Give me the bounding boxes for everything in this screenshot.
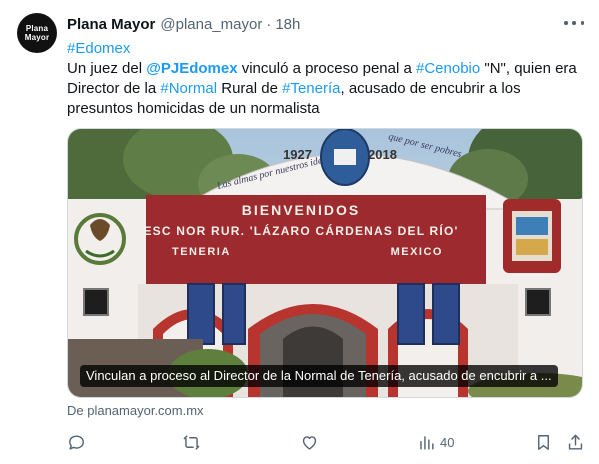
body-text: "N", quien era — [480, 60, 577, 77]
timestamp[interactable]: 18h — [275, 16, 300, 33]
user-handle[interactable]: @plana_mayor — [160, 16, 262, 33]
share-button[interactable] — [566, 430, 585, 454]
media-card-image[interactable]: Las almas por nuestros ideales que por s… — [67, 128, 583, 398]
avatar[interactable]: Plana Mayor — [17, 13, 57, 53]
sign-place: TENERIA — [172, 246, 231, 258]
hashtag-normal[interactable]: #Normal — [160, 80, 217, 97]
retweet-button[interactable] — [182, 430, 205, 454]
avatar-text-line-2: Mayor — [24, 33, 50, 42]
year-anniversary: 2018 — [368, 147, 397, 162]
body-text: Rural de — [217, 80, 283, 97]
bookmark-icon — [538, 434, 549, 450]
media-caption: Vinculan a proceso al Director de la Nor… — [80, 365, 558, 387]
bookmark-button[interactable] — [534, 430, 553, 454]
sign-school-name: ESC NOR RUR. 'LÁZARO CÁRDENAS DEL RÍO' — [143, 223, 458, 238]
tweet-text: #Edomex Un juez del @PJEdomex vinculó a … — [67, 39, 592, 119]
tweet[interactable]: Plana Mayor Plana Mayor @plana_mayor · 1… — [0, 0, 599, 464]
sign-welcome: BIENVENIDOS — [242, 202, 360, 218]
school-facade-photo: Las almas por nuestros ideales que por s… — [68, 129, 582, 397]
link-source[interactable]: De planamayor.com.mx — [67, 403, 204, 418]
body-text: Director de la — [67, 80, 161, 97]
more-options-icon[interactable] — [564, 14, 584, 32]
views-count: 40 — [440, 434, 455, 450]
avatar-text-line-1: Plana — [25, 24, 49, 33]
reply-icon — [69, 434, 84, 450]
mention-pjedomex[interactable]: @PJEdomex — [146, 60, 237, 77]
like-button[interactable] — [300, 430, 323, 454]
year-founded: 1927 — [283, 147, 312, 162]
hashtag-edomex[interactable]: #Edomex — [67, 40, 130, 57]
tweet-header: Plana Mayor @plana_mayor · 18h — [67, 14, 300, 34]
separator-dot: · — [266, 15, 272, 33]
views-chart-icon — [420, 435, 434, 450]
views-button[interactable]: 40 — [417, 430, 454, 454]
state-shield — [503, 199, 561, 273]
tweet-actions: 40 — [67, 430, 587, 454]
reply-button[interactable] — [67, 430, 90, 454]
hashtag-cenobio[interactable]: #Cenobio — [416, 60, 480, 77]
body-text: presuntos homicidas de un normalista — [67, 100, 320, 117]
sign-state: MEXICO — [391, 246, 443, 258]
display-name[interactable]: Plana Mayor — [67, 16, 155, 33]
retweet-icon — [183, 434, 200, 450]
hashtag-teneria[interactable]: #Tenería — [282, 80, 340, 97]
body-text: vinculó a proceso penal a — [237, 60, 416, 77]
body-text: , acusado de encubrir a los — [340, 80, 521, 97]
share-icon — [568, 434, 583, 450]
heart-icon — [302, 435, 317, 450]
body-text: Un juez del — [67, 60, 147, 77]
